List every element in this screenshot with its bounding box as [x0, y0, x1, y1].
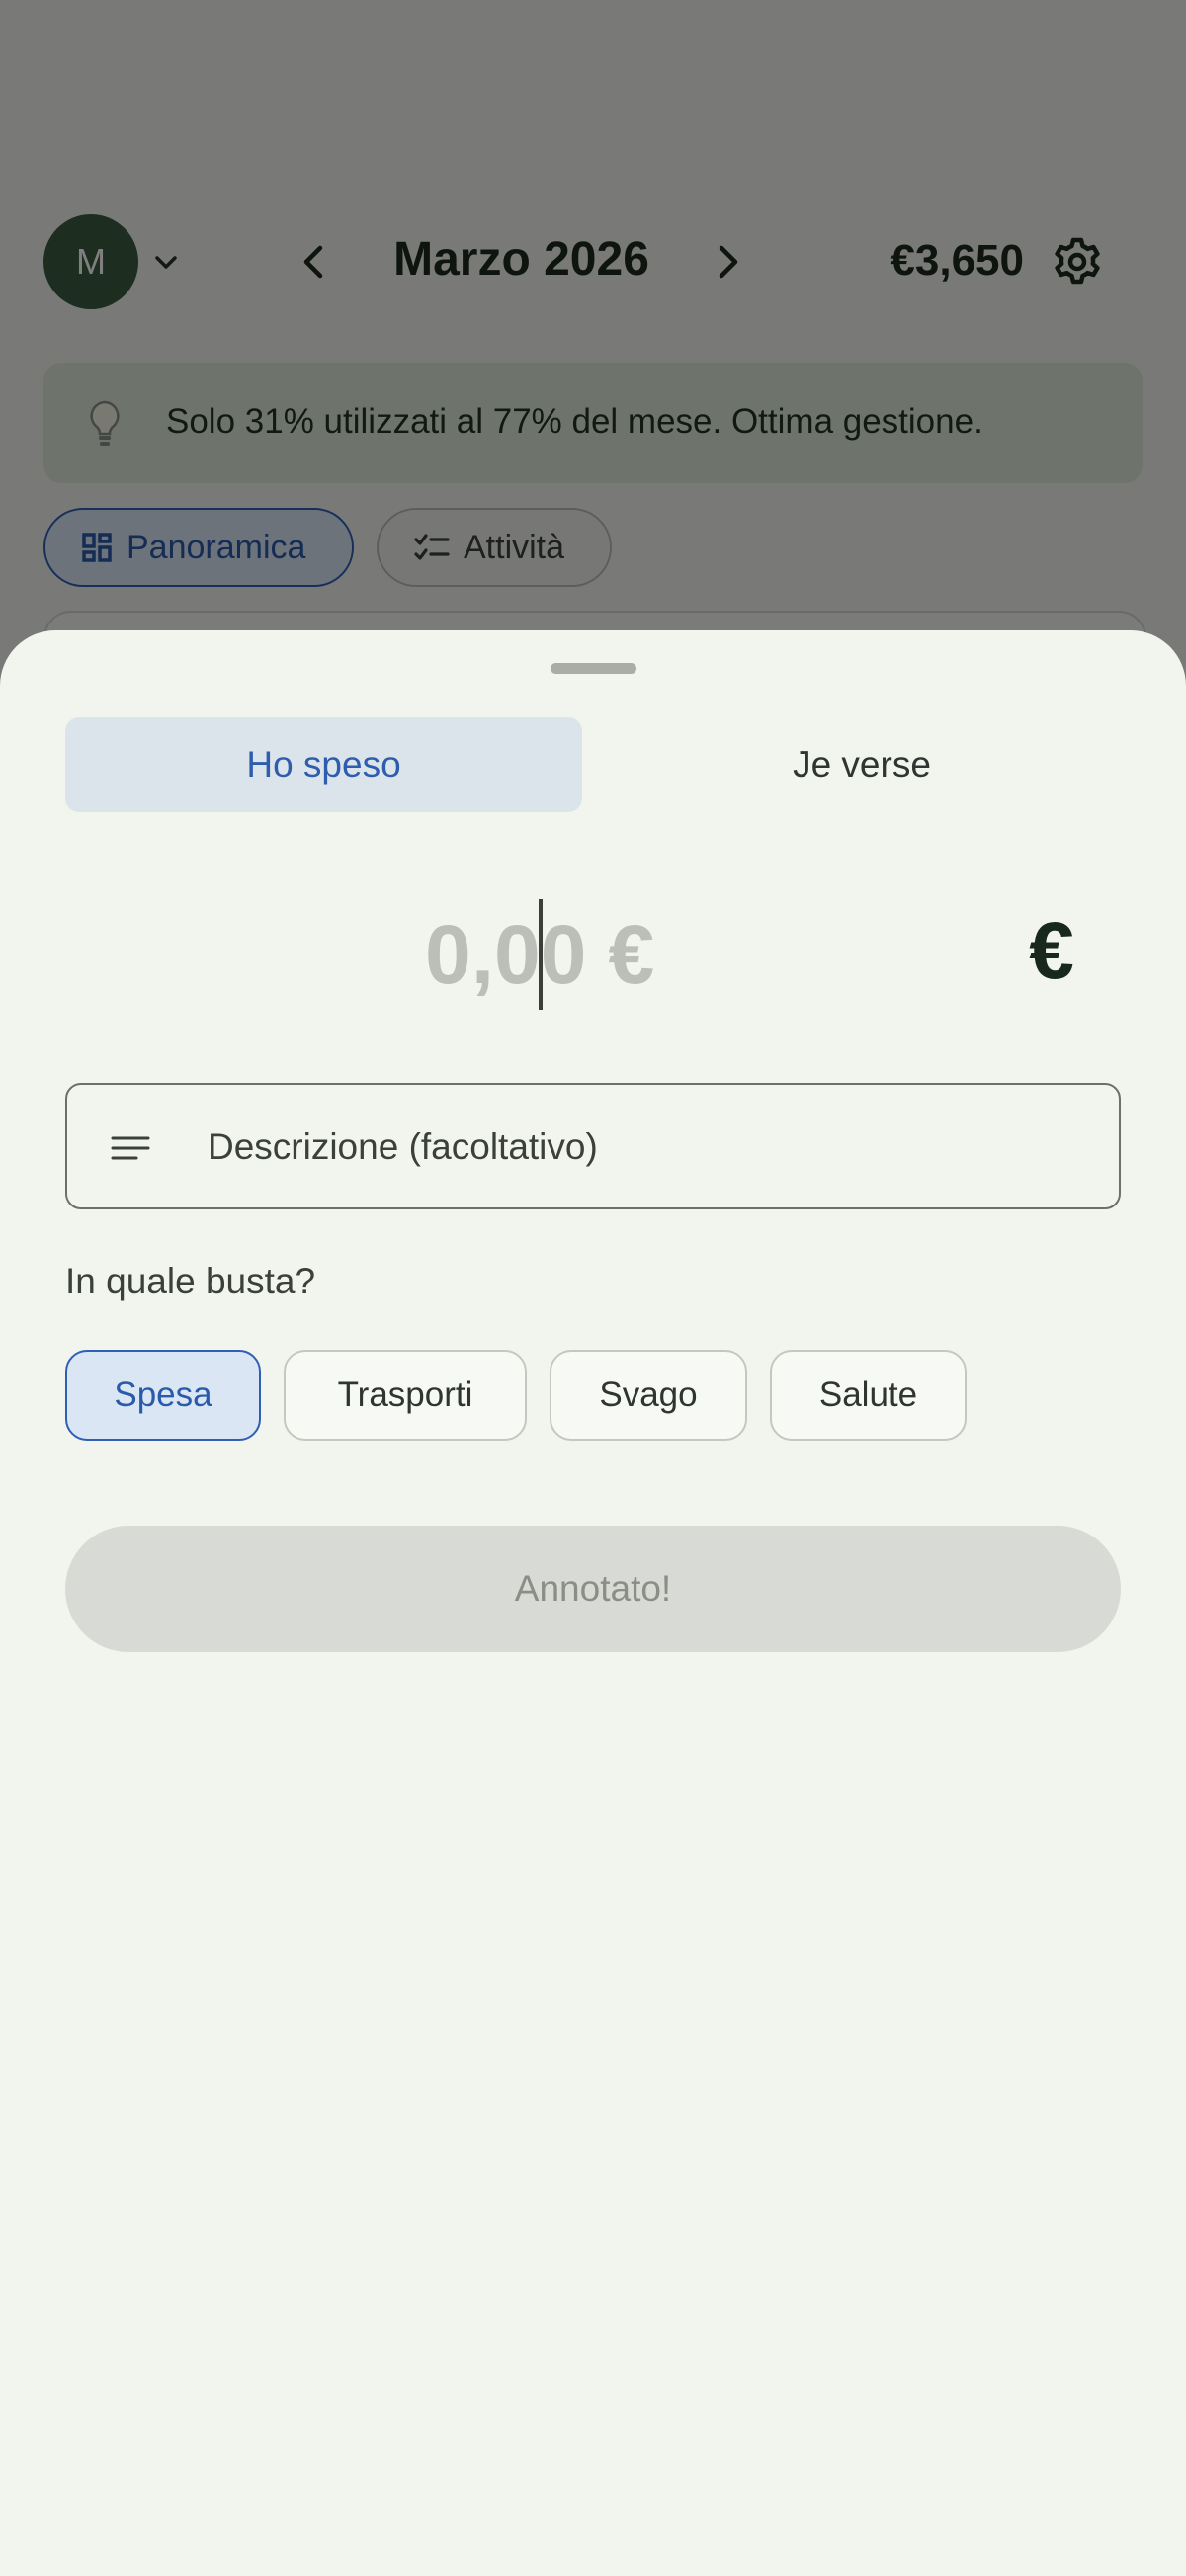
amount-currency-suffix: €	[608, 907, 655, 1001]
toggle-paid-label: Je verse	[793, 744, 931, 785]
envelope-chip-trasporti[interactable]: Trasporti	[284, 1350, 527, 1441]
envelope-chip-label: Svago	[599, 1375, 698, 1414]
submit-button[interactable]: Annotato!	[65, 1526, 1121, 1652]
add-transaction-sheet: Ho speso Je verse 0,00€ € In quale busta…	[0, 630, 1186, 2576]
description-input[interactable]	[206, 1085, 1079, 1209]
sheet-drag-handle[interactable]	[551, 663, 636, 674]
envelope-question: In quale busta?	[65, 1261, 316, 1301]
envelope-chip-label: Spesa	[114, 1375, 212, 1414]
envelope-chip-svago[interactable]: Svago	[550, 1350, 747, 1441]
toggle-spent-label: Ho speso	[246, 744, 401, 785]
currency-selector[interactable]: €	[1022, 905, 1081, 998]
amount-input[interactable]: 0,0 0 €	[425, 895, 654, 1014]
envelope-chip-spesa[interactable]: Spesa	[65, 1350, 261, 1441]
amount-value-end: 0	[540, 907, 587, 1001]
envelope-chip-salute[interactable]: Salute	[770, 1350, 967, 1441]
notes-icon	[111, 1136, 150, 1160]
toggle-spent[interactable]: Ho speso	[65, 717, 582, 812]
envelope-chip-label: Trasporti	[337, 1375, 473, 1414]
description-field[interactable]	[65, 1083, 1121, 1209]
envelope-chip-label: Salute	[818, 1375, 918, 1414]
amount-value-start: 0,0	[425, 907, 541, 1001]
submit-label: Annotato!	[514, 1568, 672, 1609]
toggle-paid[interactable]: Je verse	[603, 717, 1121, 812]
